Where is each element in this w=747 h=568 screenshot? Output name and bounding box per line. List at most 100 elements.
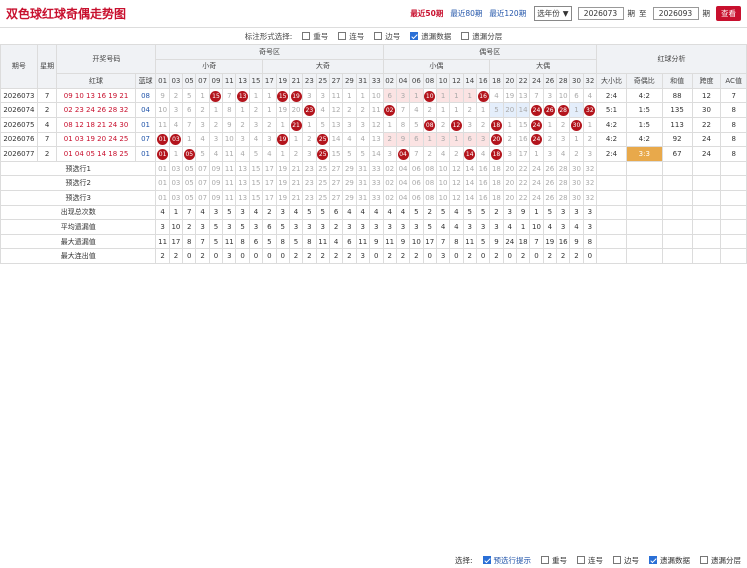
preselect-cell[interactable]: 27 — [328, 175, 344, 191]
preselect-cell[interactable]: 08 — [422, 189, 437, 206]
preselect-cell[interactable]: 18 — [489, 175, 504, 191]
preselect-cell[interactable]: 01 — [155, 189, 170, 206]
preselect-cell[interactable]: 33 — [368, 175, 384, 191]
bottom-option-3[interactable]: 边号 — [613, 555, 639, 566]
preselect-cell[interactable]: 24 — [529, 189, 544, 206]
from-issue-input[interactable]: 2026073 — [577, 7, 624, 20]
preselect-cell[interactable]: 03 — [168, 189, 184, 206]
preselect-cell[interactable]: 25 — [315, 160, 330, 177]
preselect-cell[interactable]: 06 — [409, 160, 424, 177]
preselect-cell[interactable]: 11 — [222, 160, 237, 177]
preselect-cell[interactable]: 17 — [262, 189, 277, 206]
preselect-cell[interactable]: 15 — [248, 189, 264, 206]
preselect-cell[interactable]: 14 — [462, 160, 477, 177]
preselect-cell[interactable]: 20 — [502, 189, 517, 206]
year-select[interactable]: 选年份 ▼ — [534, 6, 572, 21]
preselect-cell[interactable]: 09 — [208, 175, 224, 191]
preselect-cell[interactable]: 15 — [248, 175, 264, 191]
preselect-cell[interactable]: 33 — [368, 160, 384, 177]
preselect-cell[interactable]: 31 — [355, 175, 370, 191]
preselect-cell[interactable]: 28 — [555, 189, 571, 206]
checkbox[interactable] — [461, 32, 470, 40]
view-button[interactable]: 查看 — [716, 6, 741, 21]
preselect-cell[interactable]: 16 — [475, 189, 491, 206]
preselect-cell[interactable]: 07 — [195, 160, 210, 177]
preselect-cell[interactable]: 24 — [529, 175, 544, 191]
checkbox[interactable] — [613, 556, 621, 564]
preselect-cell[interactable]: 31 — [355, 189, 370, 206]
preselect-cell[interactable]: 29 — [342, 189, 357, 206]
option-2[interactable]: 边号 — [374, 31, 400, 42]
preselect-cell[interactable]: 12 — [449, 160, 464, 177]
preselect-cell[interactable]: 07 — [195, 189, 210, 206]
link-recent-120[interactable]: 最近120期 — [489, 8, 526, 19]
preselect-cell[interactable]: 27 — [328, 160, 344, 177]
preselect-cell[interactable]: 17 — [262, 175, 277, 191]
preselect-cell[interactable]: 22 — [515, 160, 531, 177]
preselect-cell[interactable]: 06 — [409, 189, 424, 206]
preselect-cell[interactable]: 03 — [168, 175, 184, 191]
preselect-cell[interactable]: 26 — [542, 189, 557, 206]
preselect-cell[interactable]: 21 — [288, 175, 304, 191]
preselect-cell[interactable]: 31 — [355, 160, 370, 177]
preselect-cell[interactable]: 04 — [395, 189, 411, 206]
preselect-cell[interactable]: 30 — [569, 160, 584, 177]
preselect-cell[interactable]: 02 — [382, 160, 397, 177]
preselect-cell[interactable]: 32 — [582, 189, 598, 206]
preselect-cell[interactable]: 17 — [262, 160, 277, 177]
preselect-cell[interactable]: 10 — [435, 160, 451, 177]
link-recent-80[interactable]: 最近80期 — [450, 8, 482, 19]
preselect-cell[interactable]: 07 — [195, 175, 210, 191]
preselect-cell[interactable]: 18 — [489, 189, 504, 206]
preselect-cell[interactable]: 26 — [542, 175, 557, 191]
preselect-cell[interactable]: 09 — [208, 160, 224, 177]
option-3[interactable]: 遗漏数据 — [410, 31, 451, 42]
preselect-cell[interactable]: 04 — [395, 160, 411, 177]
preselect-cell[interactable]: 22 — [515, 189, 531, 206]
option-0[interactable]: 重号 — [302, 31, 328, 42]
checkbox[interactable] — [302, 32, 311, 40]
issue-cell[interactable]: 2026073 — [0, 87, 38, 104]
to-issue-input[interactable]: 2026093 — [652, 7, 699, 20]
preselect-cell[interactable]: 01 — [155, 160, 170, 177]
checkbox[interactable] — [338, 32, 347, 40]
preselect-cell[interactable]: 10 — [435, 189, 451, 206]
checkbox[interactable] — [410, 32, 419, 40]
preselect-cell[interactable]: 23 — [302, 189, 317, 206]
checkbox[interactable] — [649, 556, 657, 564]
preselect-cell[interactable]: 23 — [302, 160, 317, 177]
preselect-cell[interactable]: 11 — [222, 175, 237, 191]
preselect-cell[interactable]: 04 — [395, 175, 411, 191]
preselect-cell[interactable]: 10 — [435, 175, 451, 191]
preselect-cell[interactable]: 32 — [582, 160, 598, 177]
preselect-cell[interactable]: 18 — [489, 160, 504, 177]
link-recent-50[interactable]: 最近50期 — [410, 8, 443, 19]
preselect-cell[interactable]: 02 — [382, 175, 397, 191]
issue-cell[interactable]: 2026076 — [0, 131, 38, 148]
preselect-cell[interactable]: 22 — [515, 175, 531, 191]
preselect-cell[interactable]: 11 — [222, 189, 237, 206]
preselect-cell[interactable]: 20 — [502, 175, 517, 191]
issue-cell[interactable]: 2026075 — [0, 116, 38, 133]
preselect-cell[interactable]: 33 — [368, 189, 384, 206]
preselect-cell[interactable]: 19 — [275, 175, 290, 191]
checkbox[interactable] — [482, 556, 491, 564]
option-1[interactable]: 连号 — [338, 31, 364, 42]
preselect-cell[interactable]: 05 — [182, 189, 197, 206]
preselect-cell[interactable]: 02 — [382, 189, 397, 206]
preselect-cell[interactable]: 09 — [208, 189, 224, 206]
preselect-cell[interactable]: 16 — [475, 175, 491, 191]
preselect-cell[interactable]: 28 — [555, 175, 571, 191]
bottom-option-4[interactable]: 遗漏数据 — [649, 555, 690, 566]
preselect-cell[interactable]: 14 — [462, 175, 477, 191]
preselect-cell[interactable]: 32 — [582, 175, 598, 191]
bottom-option-0[interactable]: 预选行提示 — [482, 555, 531, 566]
preselect-cell[interactable]: 23 — [302, 175, 317, 191]
preselect-cell[interactable]: 20 — [502, 160, 517, 177]
preselect-cell[interactable]: 30 — [569, 175, 584, 191]
preselect-cell[interactable]: 03 — [168, 160, 184, 177]
preselect-cell[interactable]: 19 — [275, 160, 290, 177]
preselect-cell[interactable]: 13 — [235, 160, 250, 177]
bottom-option-1[interactable]: 重号 — [541, 555, 567, 566]
preselect-cell[interactable]: 30 — [569, 189, 584, 206]
